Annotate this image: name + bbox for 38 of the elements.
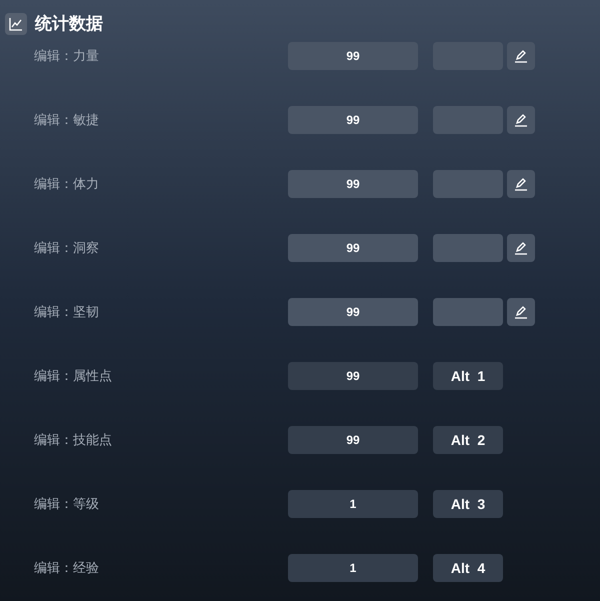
pencil-icon [514, 305, 528, 319]
hotkey-label: Alt 2 [433, 426, 503, 454]
value-field[interactable]: 99 [288, 42, 418, 70]
edit-button[interactable] [507, 170, 535, 198]
edit-button[interactable] [507, 42, 535, 70]
field-label: 编辑：经验 [34, 559, 100, 578]
hotkey-field[interactable] [433, 106, 503, 134]
section-title: 统计数据 [35, 13, 103, 36]
pencil-icon [514, 49, 528, 63]
value-field[interactable]: 99 [288, 170, 418, 198]
field-label: 编辑：坚韧 [34, 303, 100, 322]
edit-button[interactable] [507, 298, 535, 326]
hotkey-field[interactable] [433, 298, 503, 326]
pencil-icon [514, 241, 528, 255]
edit-button[interactable] [507, 234, 535, 262]
value-field[interactable]: 99 [288, 362, 418, 390]
field-label: 编辑：洞察 [34, 239, 100, 258]
pencil-icon [514, 113, 528, 127]
field-label: 编辑：力量 [34, 47, 100, 66]
hotkey-field[interactable] [433, 170, 503, 198]
edit-button[interactable] [507, 106, 535, 134]
field-label: 编辑：等级 [34, 495, 100, 514]
value-field[interactable]: 99 [288, 106, 418, 134]
chart-icon [5, 13, 27, 35]
hotkey-label: Alt 4 [433, 554, 503, 582]
value-field[interactable]: 99 [288, 298, 418, 326]
value-field[interactable]: 1 [288, 554, 418, 582]
value-field[interactable]: 99 [288, 234, 418, 262]
field-label: 编辑：属性点 [34, 367, 113, 386]
value-field[interactable]: 1 [288, 490, 418, 518]
hotkey-label: Alt 3 [433, 490, 503, 518]
field-label: 编辑：体力 [34, 175, 100, 194]
field-label: 编辑：敏捷 [34, 111, 100, 130]
value-field[interactable]: 99 [288, 426, 418, 454]
pencil-icon [514, 177, 528, 191]
hotkey-label: Alt 1 [433, 362, 503, 390]
hotkey-field[interactable] [433, 234, 503, 262]
field-label: 编辑：技能点 [34, 431, 113, 450]
